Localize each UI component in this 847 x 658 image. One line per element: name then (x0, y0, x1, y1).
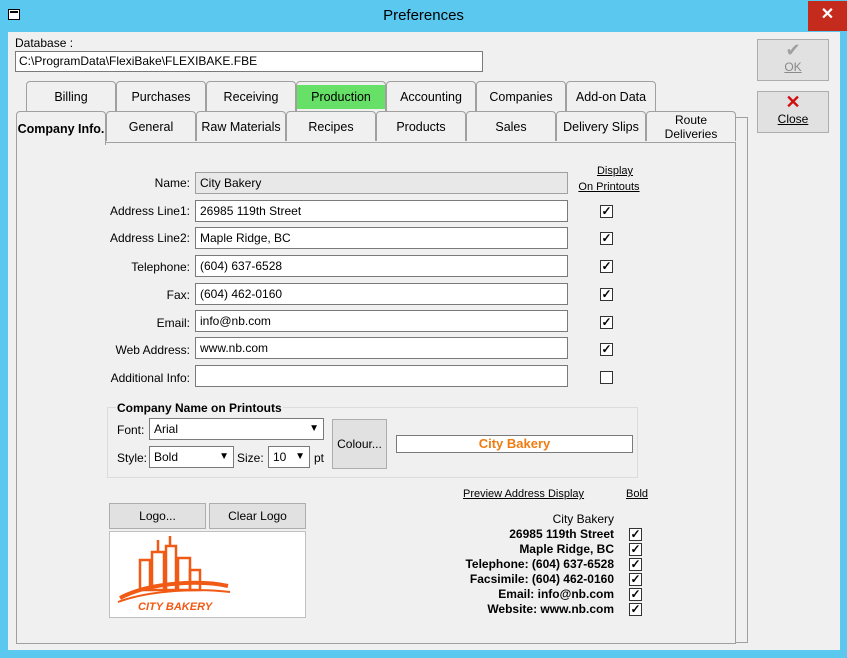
printout-name-preview: City Bakery (396, 435, 633, 453)
bold-check-address1[interactable]: ✓ (629, 528, 642, 541)
display-header: Display (596, 165, 634, 177)
chevron-down-icon: ▼ (309, 423, 319, 434)
logo-image: CITY BAKERY (109, 531, 306, 618)
email-field[interactable]: info@nb.com (195, 310, 568, 332)
company-info-panel: Display On Printouts Name: City Bakery A… (16, 142, 736, 644)
tab-route-deliveries[interactable]: Route Deliveries (646, 111, 736, 141)
tab-billing[interactable]: Billing (26, 81, 116, 111)
tab-products[interactable]: Products (376, 111, 466, 141)
display-check-address2[interactable]: ✓ (600, 232, 613, 245)
tab-sales[interactable]: Sales (466, 111, 556, 141)
tab-production[interactable]: Production (296, 81, 386, 111)
address-line2-field[interactable]: Maple Ridge, BC (195, 227, 568, 249)
fax-field[interactable]: (604) 462-0160 (195, 283, 568, 305)
preview-line-email: Email: info@nb.com (498, 587, 614, 601)
bold-check-email[interactable]: ✓ (629, 588, 642, 601)
preview-address-header: Preview Address Display (463, 488, 585, 500)
window-title: Preferences (383, 7, 464, 24)
font-select[interactable]: Arial ▼ (149, 418, 324, 440)
display-check-web[interactable]: ✓ (600, 343, 613, 356)
tab-add-on-data[interactable]: Add-on Data (566, 81, 656, 111)
style-select[interactable]: Bold ▼ (149, 446, 234, 468)
telephone-label: Telephone: (131, 260, 190, 274)
database-path-field[interactable]: C:\ProgramData\FlexiBake\FLEXIBAKE.FBE (15, 51, 483, 72)
chevron-down-icon: ▼ (295, 451, 305, 462)
style-label: Style: (117, 451, 148, 465)
address-line1-label: Address Line1: (109, 204, 190, 218)
tab-strip-edge (736, 117, 748, 643)
preview-address-block: City Bakery 26985 119th Street Maple Rid… (407, 512, 614, 632)
city-bakery-logo: CITY BAKERY (117, 536, 231, 613)
preview-line-address1: 26985 119th Street (509, 527, 614, 541)
checkmark-icon: ✔ (785, 40, 801, 60)
tab-purchases[interactable]: Purchases (116, 81, 206, 111)
telephone-field[interactable]: (604) 637-6528 (195, 255, 568, 277)
style-select-value: Bold (154, 450, 179, 464)
tab-company-info[interactable]: Company Info. (16, 111, 106, 145)
size-label: Size: (237, 451, 264, 465)
size-unit-label: pt (314, 451, 325, 465)
size-select-value: 10 (273, 450, 287, 464)
fax-label: Fax: (166, 288, 190, 302)
tab-general[interactable]: General (106, 111, 196, 141)
display-check-fax[interactable]: ✓ (600, 288, 613, 301)
preview-line-telephone: Telephone: (604) 637-6528 (465, 557, 614, 571)
tab-companies[interactable]: Companies (476, 81, 566, 111)
ok-label: OK (784, 60, 802, 74)
tab-raw-materials[interactable]: Raw Materials (196, 111, 286, 141)
tab-recipes[interactable]: Recipes (286, 111, 376, 141)
address-line1-field[interactable]: 26985 119th Street (195, 200, 568, 222)
size-select[interactable]: 10 ▼ (268, 446, 310, 468)
chevron-down-icon: ▼ (219, 451, 229, 462)
close-icon: ✕ (785, 92, 801, 112)
tab-production-label: Production (297, 85, 385, 109)
logo-text: CITY BAKERY (138, 601, 214, 613)
colour-button[interactable]: Colour... (332, 419, 387, 469)
additional-info-field[interactable] (195, 365, 568, 387)
bold-check-address2[interactable]: ✓ (629, 543, 642, 556)
display-check-address1[interactable]: ✓ (600, 205, 613, 218)
name-field[interactable]: City Bakery (195, 172, 568, 194)
tab-accounting[interactable]: Accounting (386, 81, 476, 111)
bold-check-telephone[interactable]: ✓ (629, 558, 642, 571)
preview-line-name: City Bakery (552, 512, 614, 526)
tab-receiving[interactable]: Receiving (206, 81, 296, 111)
close-button[interactable]: ✕ Close (757, 91, 829, 133)
bold-check-fax[interactable]: ✓ (629, 573, 642, 586)
preview-line-website: Website: www.nb.com (487, 602, 614, 616)
clear-logo-button[interactable]: Clear Logo (209, 503, 306, 529)
printout-group-title: Company Name on Printouts (116, 401, 283, 415)
tab-delivery-slips[interactable]: Delivery Slips (556, 111, 646, 141)
bold-header: Bold (626, 488, 649, 500)
window-close-button[interactable]: ✕ (808, 1, 847, 31)
bold-check-website[interactable]: ✓ (629, 603, 642, 616)
ok-button[interactable]: ✔ OK (757, 39, 829, 81)
address-line2-label: Address Line2: (109, 231, 190, 245)
logo-button[interactable]: Logo... (109, 503, 206, 529)
font-label: Font: (117, 423, 145, 437)
additional-info-label: Additional Info: (110, 371, 190, 385)
preview-line-address2: Maple Ridge, BC (519, 542, 614, 556)
font-select-value: Arial (154, 422, 179, 436)
database-label: Database : (15, 36, 74, 50)
display-check-email[interactable]: ✓ (600, 316, 613, 329)
email-label: Email: (156, 316, 190, 330)
name-label: Name: (154, 176, 190, 190)
on-printouts-header: On Printouts (578, 181, 640, 193)
close-label: Close (777, 112, 809, 126)
display-check-additional[interactable] (600, 371, 613, 384)
web-address-field[interactable]: www.nb.com (195, 337, 568, 359)
preview-line-fax: Facsimile: (604) 462-0160 (469, 572, 614, 586)
display-check-telephone[interactable]: ✓ (600, 260, 613, 273)
web-address-label: Web Address: (115, 343, 190, 357)
